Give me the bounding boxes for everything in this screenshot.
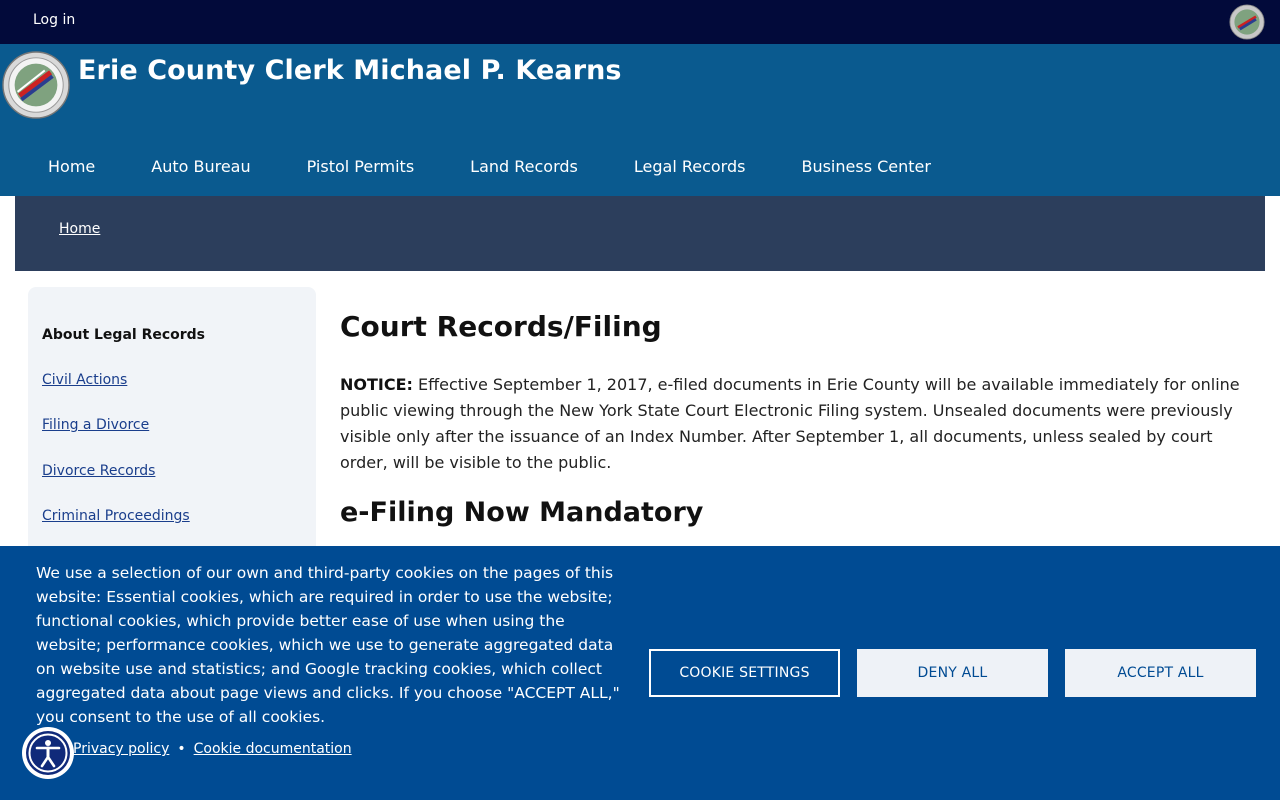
sidebar-item-filing-a-divorce[interactable]: Filing a Divorce: [42, 417, 149, 433]
cookie-message: We use a selection of our own and third-…: [36, 564, 620, 726]
county-seal-icon[interactable]: [1229, 4, 1265, 40]
accessibility-icon[interactable]: [21, 726, 75, 780]
notice-text: Effective September 1, 2017, e-filed doc…: [340, 375, 1240, 472]
county-seal-icon[interactable]: [2, 51, 70, 119]
page-title: Court Records/Filing: [340, 310, 662, 343]
nav-home[interactable]: Home: [20, 157, 123, 176]
nav-business-center[interactable]: Business Center: [773, 157, 959, 176]
sidebar: About Legal Records Civil Actions Filing…: [28, 287, 316, 587]
deny-all-button[interactable]: DENY ALL: [857, 649, 1048, 697]
sidebar-item-divorce-records[interactable]: Divorce Records: [42, 463, 155, 479]
cookie-links: Privacy policy • Cookie documentation: [73, 741, 352, 757]
section-title: e-Filing Now Mandatory: [340, 497, 704, 528]
link-separator: •: [177, 741, 186, 757]
privacy-policy-link[interactable]: Privacy policy: [73, 741, 169, 757]
notice-label: NOTICE:: [340, 375, 413, 394]
nav-pistol-permits[interactable]: Pistol Permits: [279, 157, 443, 176]
site-title: Erie County Clerk Michael P. Kearns: [78, 55, 622, 86]
login-link[interactable]: Log in: [33, 12, 75, 28]
sidebar-heading: About Legal Records: [42, 327, 206, 343]
nav-legal-records[interactable]: Legal Records: [606, 157, 774, 176]
accept-all-button[interactable]: ACCEPT ALL: [1065, 649, 1256, 697]
main-nav: Home Auto Bureau Pistol Permits Land Rec…: [20, 144, 959, 188]
breadcrumb: Home: [15, 196, 1265, 271]
sidebar-item-civil-actions[interactable]: Civil Actions: [42, 372, 127, 388]
cookie-settings-button[interactable]: COOKIE SETTINGS: [649, 649, 840, 697]
nav-auto-bureau[interactable]: Auto Bureau: [123, 157, 278, 176]
sidebar-item-criminal-proceedings[interactable]: Criminal Proceedings: [42, 508, 190, 524]
cookie-documentation-link[interactable]: Cookie documentation: [194, 741, 352, 757]
nav-land-records[interactable]: Land Records: [442, 157, 606, 176]
top-bar: Log in: [0, 0, 1280, 44]
notice-paragraph: NOTICE: Effective September 1, 2017, e-f…: [340, 372, 1240, 476]
cookie-banner: We use a selection of our own and third-…: [0, 546, 1280, 800]
breadcrumb-home-link[interactable]: Home: [59, 221, 100, 237]
site-header: Erie County Clerk Michael P. Kearns Home…: [0, 44, 1280, 196]
